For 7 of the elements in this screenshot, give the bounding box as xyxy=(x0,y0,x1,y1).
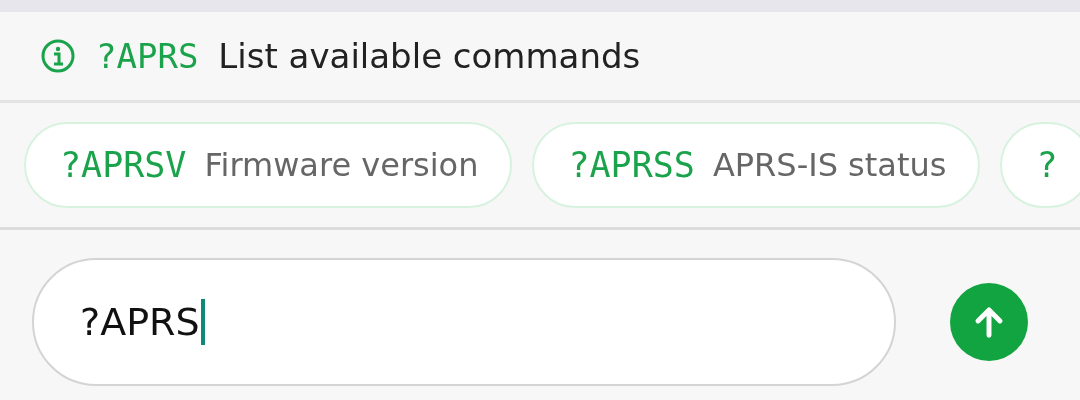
info-icon xyxy=(40,38,76,74)
command-description: List available commands xyxy=(218,36,641,76)
suggestion-chip[interactable]: ? xyxy=(1000,122,1080,208)
command-name: ?APRS xyxy=(96,36,199,76)
suggestion-chip[interactable]: ?APRSV Firmware version xyxy=(24,122,513,208)
input-field[interactable]: ?APRS xyxy=(32,258,896,386)
suggestion-chip[interactable]: ?APRSS APRS-IS status xyxy=(532,122,981,208)
